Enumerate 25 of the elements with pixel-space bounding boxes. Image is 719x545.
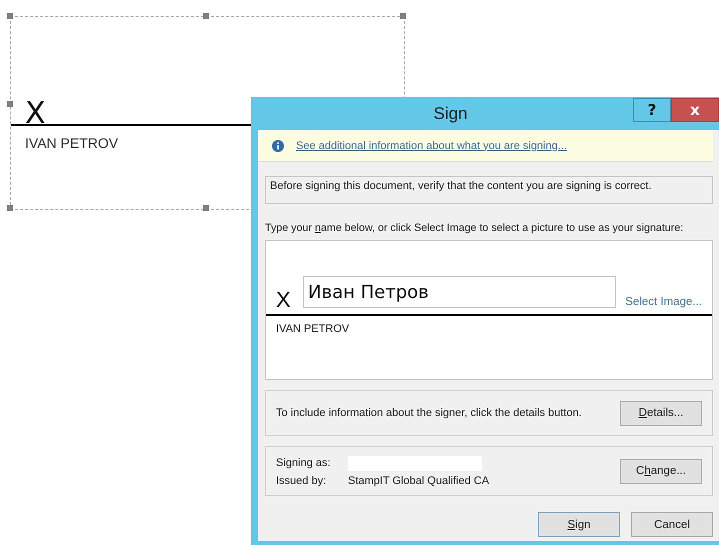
instruction-text: Type your name below, or click Select Image to select a picture to use as your signature: — [265, 222, 684, 234]
resize-handle[interactable] — [7, 13, 13, 19]
resize-handle[interactable] — [7, 101, 13, 107]
resize-handle[interactable] — [7, 205, 13, 211]
signing-as-label: Signing as: — [276, 457, 332, 469]
signer-name: IVAN PETROV — [25, 135, 118, 151]
sign-button[interactable]: Sign — [538, 512, 620, 537]
resize-handle[interactable] — [203, 205, 209, 211]
close-button[interactable]: x — [671, 98, 719, 122]
change-button[interactable]: Change... — [620, 458, 702, 484]
signer-name: IVAN PETROV — [276, 323, 350, 335]
details-text: To include information about the signer, click the details button. — [276, 407, 583, 419]
cancel-button[interactable]: Cancel — [631, 512, 713, 537]
select-image-link[interactable]: Select Image... — [625, 296, 702, 308]
issued-by-label: Issued by: — [276, 474, 328, 486]
info-icon — [272, 140, 284, 152]
resize-handle[interactable] — [400, 13, 406, 19]
signature-name-field[interactable]: Иван Петров — [303, 276, 616, 308]
details-button[interactable]: Details... — [620, 400, 702, 426]
help-button[interactable]: ? — [633, 98, 671, 122]
window-title: Sign — [432, 104, 469, 124]
signature-x-mark: X — [276, 288, 291, 312]
issuer-name: StampIT Global Qualified CA — [348, 474, 490, 486]
resize-handle[interactable] — [203, 13, 209, 19]
signature-x-mark: X — [25, 99, 46, 129]
